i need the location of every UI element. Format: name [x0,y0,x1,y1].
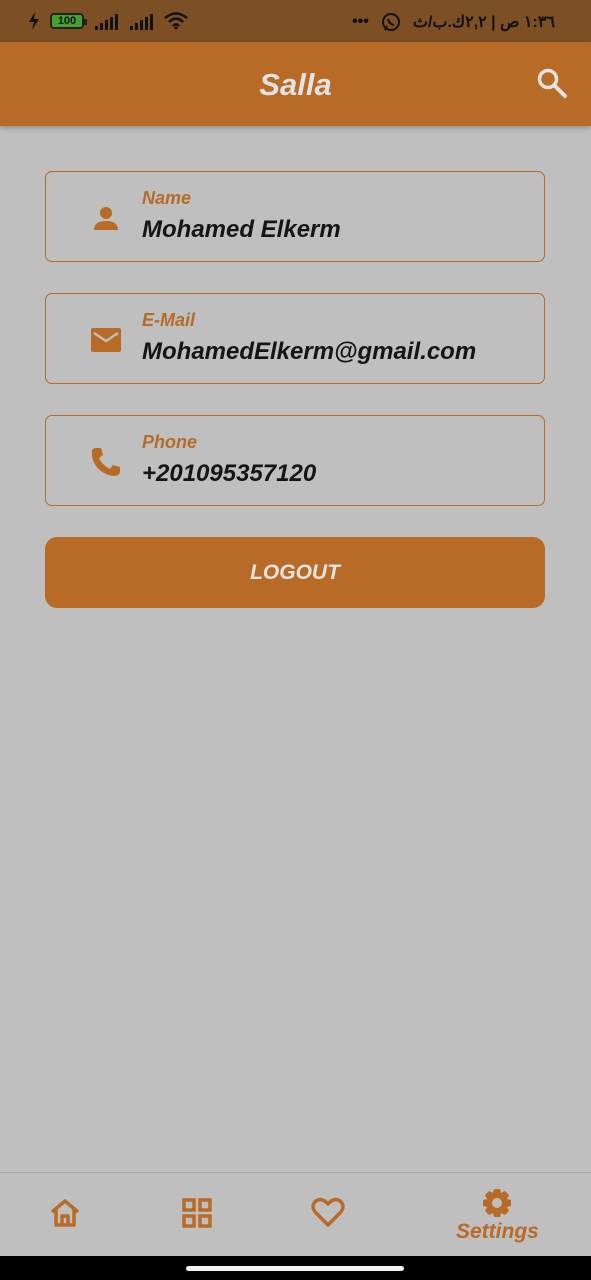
name-field[interactable]: Name Mohamed Elkerm [45,171,545,262]
battery-level: 100 [57,15,77,27]
signal-icon [95,13,118,30]
favorite-icon [311,1197,345,1227]
whatsapp-icon [381,13,400,31]
home-gesture-bar[interactable] [186,1266,404,1271]
nav-item-favorites[interactable] [311,1197,345,1229]
name-label: Name [142,188,192,208]
person-icon [94,207,118,230]
app-title: Salla [259,67,332,102]
nav-item-settings[interactable]: Settings [456,1187,539,1244]
wifi-icon [164,12,188,30]
nav-item-categories[interactable] [181,1197,213,1229]
categories-icon [182,1198,212,1228]
home-icon [50,1199,80,1227]
email-field[interactable]: E-Mail MohamedElkerm@gmail.com [45,293,545,384]
phone-label: Phone [142,432,198,452]
signal-icon [130,13,153,30]
status-time-speed: ١:٣٦ ص | ٢,٢ك.ب/ث [412,14,555,31]
name-value[interactable]: Mohamed Elkerm [142,216,341,244]
email-label: E-Mail [142,310,196,330]
battery-icon: 100 [50,13,87,29]
nav-item-home[interactable] [49,1197,81,1229]
status-info: ••• ١:٣٦ ص | ٢,٢ك.ب/ث [352,12,555,32]
phone-icon [91,448,120,476]
search-icon[interactable] [535,66,569,100]
settings-icon [483,1189,512,1217]
charging-icon [29,12,39,30]
email-icon [91,328,121,352]
phone-value[interactable]: +201095357120 [142,460,316,488]
phone-field[interactable]: Phone +201095357120 [45,415,545,506]
settings-label: Settings [456,1220,539,1243]
email-value[interactable]: MohamedElkerm@gmail.com [142,338,476,366]
bottom-navigation: Settings [0,1172,591,1257]
app-bar: Salla [0,42,591,126]
logout-button[interactable]: LOGOUT [45,537,545,608]
status-indicators: 100 [28,12,188,30]
notification-dots: ••• [352,13,369,30]
status-bar: 100 ••• ١:٣٦ ص | ٢,٢ك.ب/ث [0,0,591,42]
